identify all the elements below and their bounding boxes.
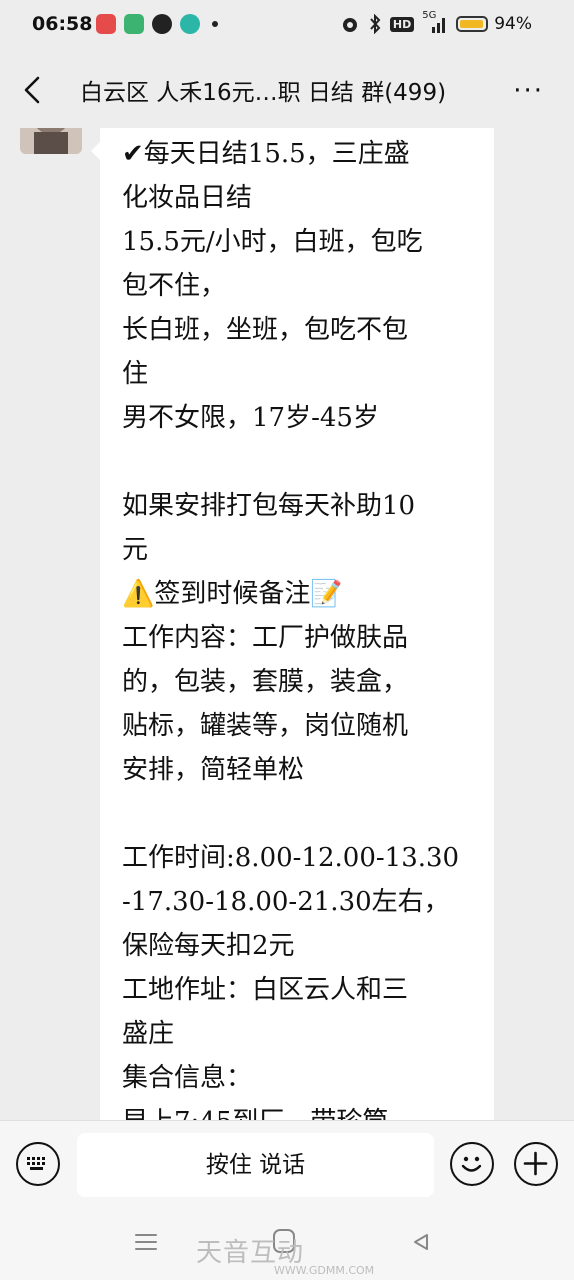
message-bubble[interactable]: ✔每天日结15.5，三庄盛 化妆品日结 15.5元/小时，白班，包吃 包不住， 长白班，… [91,128,494,1120]
chevron-left-icon[interactable] [20,74,48,106]
avatar[interactable] [20,128,82,154]
message-line: 元 [122,535,149,565]
message-line: 工地作址：白区云人和三 [122,975,409,1005]
alarm-icon [342,18,357,32]
message-line: 盛庄 [122,1019,175,1049]
input-bar: 按住 说话 [0,1120,574,1213]
back-triangle-icon[interactable] [411,1232,431,1252]
more-functions-button[interactable] [514,1142,558,1186]
message-line: 的，包装，套膜，装盒， [122,667,409,697]
plus-icon [523,1151,548,1176]
menu-icon[interactable] [134,1232,158,1252]
message-line: 工作内容：工厂护做肤品 [122,623,409,653]
app-notification-icon [96,14,116,34]
message-line: 早上7:45到厂，带珍筒 [122,1100,482,1120]
message-text: ✔每天日结15.5，三庄盛 化妆品日结 15.5元/小时，白班，包吃 包不住， 长白班，… [122,132,482,1120]
app-notification-icon [124,14,144,34]
message-line: 集合信息： [122,1063,253,1093]
signal-icon: 5G [422,10,448,34]
message-line: 贴标，罐装等，岗位随机 [122,711,409,741]
message-line: 住 [122,359,149,389]
message-line: 保险每天扣2元 [122,931,295,961]
keyboard-toggle-button[interactable] [16,1142,60,1186]
message-line: 化妆品日结 [122,183,253,213]
message-line: 包不住， [122,271,227,301]
message-line: 如果安排打包每天补助10 [122,491,416,521]
emoji-button[interactable] [450,1142,494,1186]
system-icons: HD 5G 94% [340,10,532,34]
status-bar: 06:58 HD 5G 94% [0,0,574,52]
message-line: 男不女限，17岁-45岁 [122,403,379,433]
more-notifications-dot [212,21,218,27]
chat-title: 白云区 人禾16元…职 日结 群(499) [80,80,447,106]
hold-to-talk-button[interactable]: 按住 说话 [77,1133,434,1197]
message-line: 15.5元/小时，白班，包吃 [122,227,423,257]
app-notification-icon [152,14,172,34]
keyboard-icon [27,1157,45,1170]
status-time: 06:58 [32,13,93,35]
message-line: ⚠️签到时候备注📝 [122,579,343,609]
message-line: 安排，简轻单松 [122,755,305,785]
message-line: 长白班，坐班，包吃不包 [122,315,409,345]
more-options-button[interactable]: ··· [513,76,544,106]
message-line: 工作时间:8.00-12.00-13.30 [122,843,460,873]
chat-header: 白云区 人禾16元…职 日结 群(499) ··· [0,52,574,128]
app-notification-icon [180,14,200,34]
battery-percentage: 94% [494,14,532,34]
message-line: ✔每天日结15.5，三庄盛 [122,139,410,169]
bubble-tail [91,142,100,160]
battery-indicator: 94% [456,14,532,34]
hd-badge: HD [389,16,415,32]
message-line: -17.30-18.00-21.30左右， [122,887,450,917]
smiley-icon [461,1156,482,1172]
battery-icon [456,16,489,32]
bluetooth-icon [370,14,381,34]
message-line [122,440,482,484]
message-line [122,792,482,836]
notification-icons [96,14,218,34]
watermark-url: WWW.GDMM.COM [274,1264,375,1277]
chat-message-area[interactable]: ✔每天日结15.5，三庄盛 化妆品日结 15.5元/小时，白班，包吃 包不住， 长白班，… [0,128,574,1120]
